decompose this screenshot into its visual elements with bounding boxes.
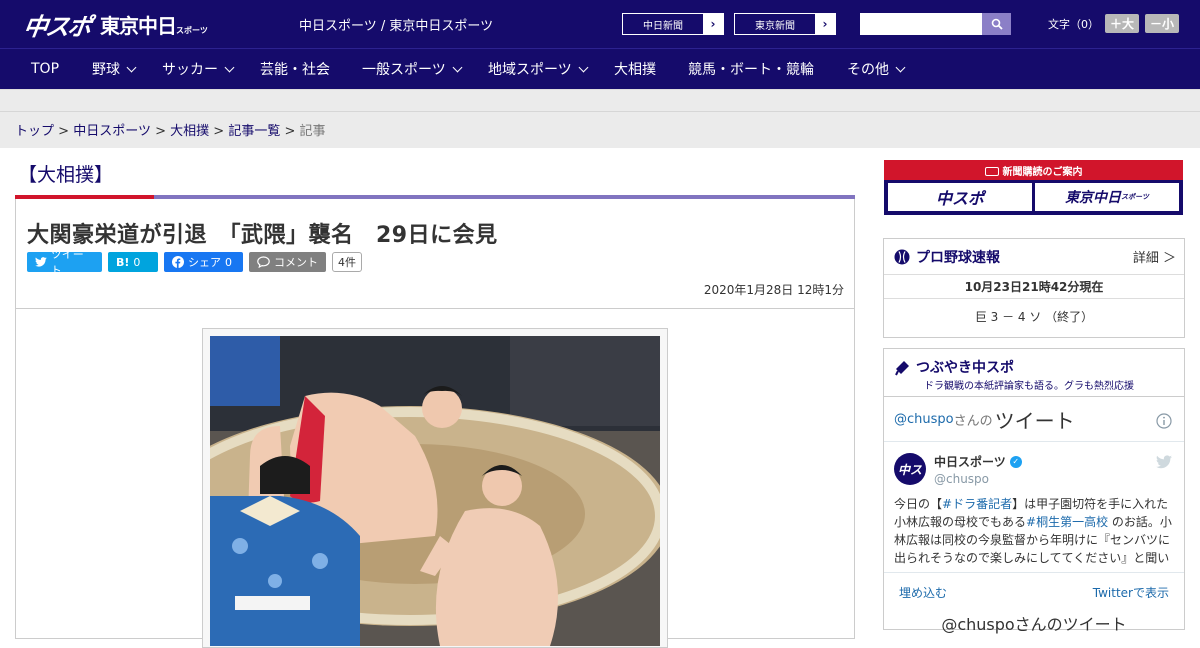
view-on-twitter-link[interactable]: Twitterで表示 [1093,584,1169,601]
breadcrumb-chunichi-sports[interactable]: 中日スポーツ [73,124,151,139]
twitter-timeline-header: @chuspo さんの ツイート [884,397,1184,442]
speech-bubble-icon [257,256,270,268]
tweet-button[interactable]: ツイート [27,248,102,277]
twitter-bird-icon [1156,455,1172,469]
embed-link[interactable]: 埋め込む [899,584,947,601]
nav-item-top[interactable]: TOP [31,61,59,77]
twitter-bird-icon [35,257,47,267]
nav-item-regional-sports[interactable]: 地域スポーツ [488,59,589,79]
share-bar: ツイート B! 0 シェア 0 コメント 4件 [27,248,362,277]
tokyo-shinbun-button[interactable]: 東京新聞 › [734,13,836,35]
baseball-score-box: プロ野球速報 詳細 ＞ 10月23日21時42分現在 巨 3 － 4 ソ （終了… [883,238,1185,338]
article-photo[interactable] [202,328,668,648]
info-icon[interactable] [1156,413,1172,429]
chevron-right-icon: › [703,14,723,34]
search-input[interactable] [860,13,982,35]
chuspo-logo[interactable]: 中スポ [22,7,93,42]
nav-item-soccer[interactable]: サッカー [162,59,235,79]
tweets-by-link[interactable]: @chuspoさんのツイート [884,611,1184,635]
chevron-down-icon [578,62,589,72]
subscription-banner-title: 新聞購読のご案内 [884,163,1183,178]
breadcrumb-band [0,89,1200,148]
chevron-right-icon: › [815,14,835,34]
hashtag-link[interactable]: #ドラ番記者 [942,497,1012,511]
search-icon [991,18,1003,30]
breadcrumb-sumo[interactable]: 大相撲 [170,124,209,139]
divider [16,308,854,309]
chevron-down-icon [224,62,235,72]
chevron-down-icon [126,62,137,72]
facebook-icon [172,256,184,268]
main-nav: TOP 野球 サッカー 芸能・社会 一般スポーツ 地域スポーツ 大相撲 競馬・ボ… [0,48,1200,89]
tokyo-chunichi-subscribe-logo[interactable]: 東京中日 スポーツ [1035,183,1179,211]
site-logo[interactable]: 中スポ 東京中日スポーツ [22,7,208,42]
font-size-control: 文字（0） ＋大 －小 [1048,14,1180,33]
twitter-handle-link[interactable]: @chuspo [894,412,954,427]
search-button[interactable] [982,13,1011,35]
baseball-score-header: プロ野球速報 詳細 ＞ [884,239,1184,275]
tsubuyaki-title: つぶやき中スポ [894,357,1014,377]
baseball-update-time: 10月23日21時42分現在 [884,275,1184,299]
tsubuyaki-box: つぶやき中スポ ドラ観戦の本紙評論家も語る。グラも熱烈応援 [883,348,1185,398]
nav-item-racing[interactable]: 競馬・ボート・競輪 [688,59,814,79]
font-size-label: 文字（0） [1048,17,1099,31]
top-header-bar: 中スポ 東京中日スポーツ 中日スポーツ / 東京中日スポーツ 中日新聞 › 東京… [0,0,1200,48]
article-headline: 大関豪栄道が引退 「武隈」襲名 29日に会見 [27,223,498,248]
article-card: 大関豪栄道が引退 「武隈」襲名 29日に会見 ツイート B! 0 シェア 0 コ… [15,199,855,648]
font-smaller-button[interactable]: －小 [1145,14,1180,33]
comment-button[interactable]: コメント [249,252,326,272]
comment-count[interactable]: 4件 [332,252,362,272]
site-links[interactable]: 中日スポーツ / 東京中日スポーツ [299,15,493,34]
divider [0,111,1200,112]
megaphone-icon [895,361,909,376]
tokyo-chunichi-logo[interactable]: 東京中日スポーツ [100,10,208,39]
twitter-timeline-embed[interactable]: @chuspo さんの ツイート 中ス 中日スポーツ ✓ @chuspo 今日の【#ド… [883,396,1185,634]
font-larger-button[interactable]: ＋大 [1105,14,1140,33]
chevron-down-icon [452,62,463,72]
facebook-share-button[interactable]: シェア 0 [164,252,243,272]
hashtag-link[interactable]: #桐生第一高校 [1026,515,1108,529]
subscription-banner[interactable]: 新聞購読のご案内 中スポ 東京中日 スポーツ [884,160,1183,215]
breadcrumb-current: 記事 [299,124,326,139]
nav-item-other[interactable]: その他 [847,59,906,79]
chunichi-shinbun-button[interactable]: 中日新聞 › [622,13,724,35]
baseball-icon [894,249,910,264]
breadcrumb: トップ > 中日スポーツ > 大相撲 > 記事一覧 > 記事 [15,124,326,139]
category-title: 【大相撲】 [18,164,114,186]
hatena-bookmark-button[interactable]: B! 0 [108,252,158,272]
breadcrumb-top[interactable]: トップ [15,124,54,139]
chevron-down-icon [895,62,906,72]
search-box [860,13,1011,35]
breadcrumb-article-list[interactable]: 記事一覧 [228,124,280,139]
nav-item-general-sports[interactable]: 一般スポーツ [362,59,463,79]
avatar[interactable]: 中ス [894,453,926,485]
tsubuyaki-subtitle: ドラ観戦の本紙評論家も語る。グラも熱烈応援 [924,381,1134,392]
chuspo-subscribe-logo[interactable]: 中スポ [888,183,1032,211]
baseball-detail-link[interactable]: 詳細 ＞ [1133,247,1176,266]
baseball-score-row[interactable]: 巨 3 － 4 ソ （終了） [884,299,1184,335]
sumo-photo-image [210,336,660,646]
verified-badge-icon: ✓ [1009,455,1022,468]
nav-item-sumo[interactable]: 大相撲 [614,59,656,79]
nav-item-baseball[interactable]: 野球 [92,59,137,79]
nav-item-entertainment[interactable]: 芸能・社会 [260,59,330,79]
newspaper-icon [984,167,999,176]
tweet-footer: 埋め込む Twitterで表示 [884,572,1184,612]
tweet-author[interactable]: 中ス 中日スポーツ ✓ @chuspo [894,453,1022,486]
article-date: 2020年1月28日 12時1分 [703,283,844,297]
tweet-text: 今日の【#ドラ番記者】は甲子園切符を手に入れた小林広報の母校でもある#桐生第一高… [894,497,1172,565]
